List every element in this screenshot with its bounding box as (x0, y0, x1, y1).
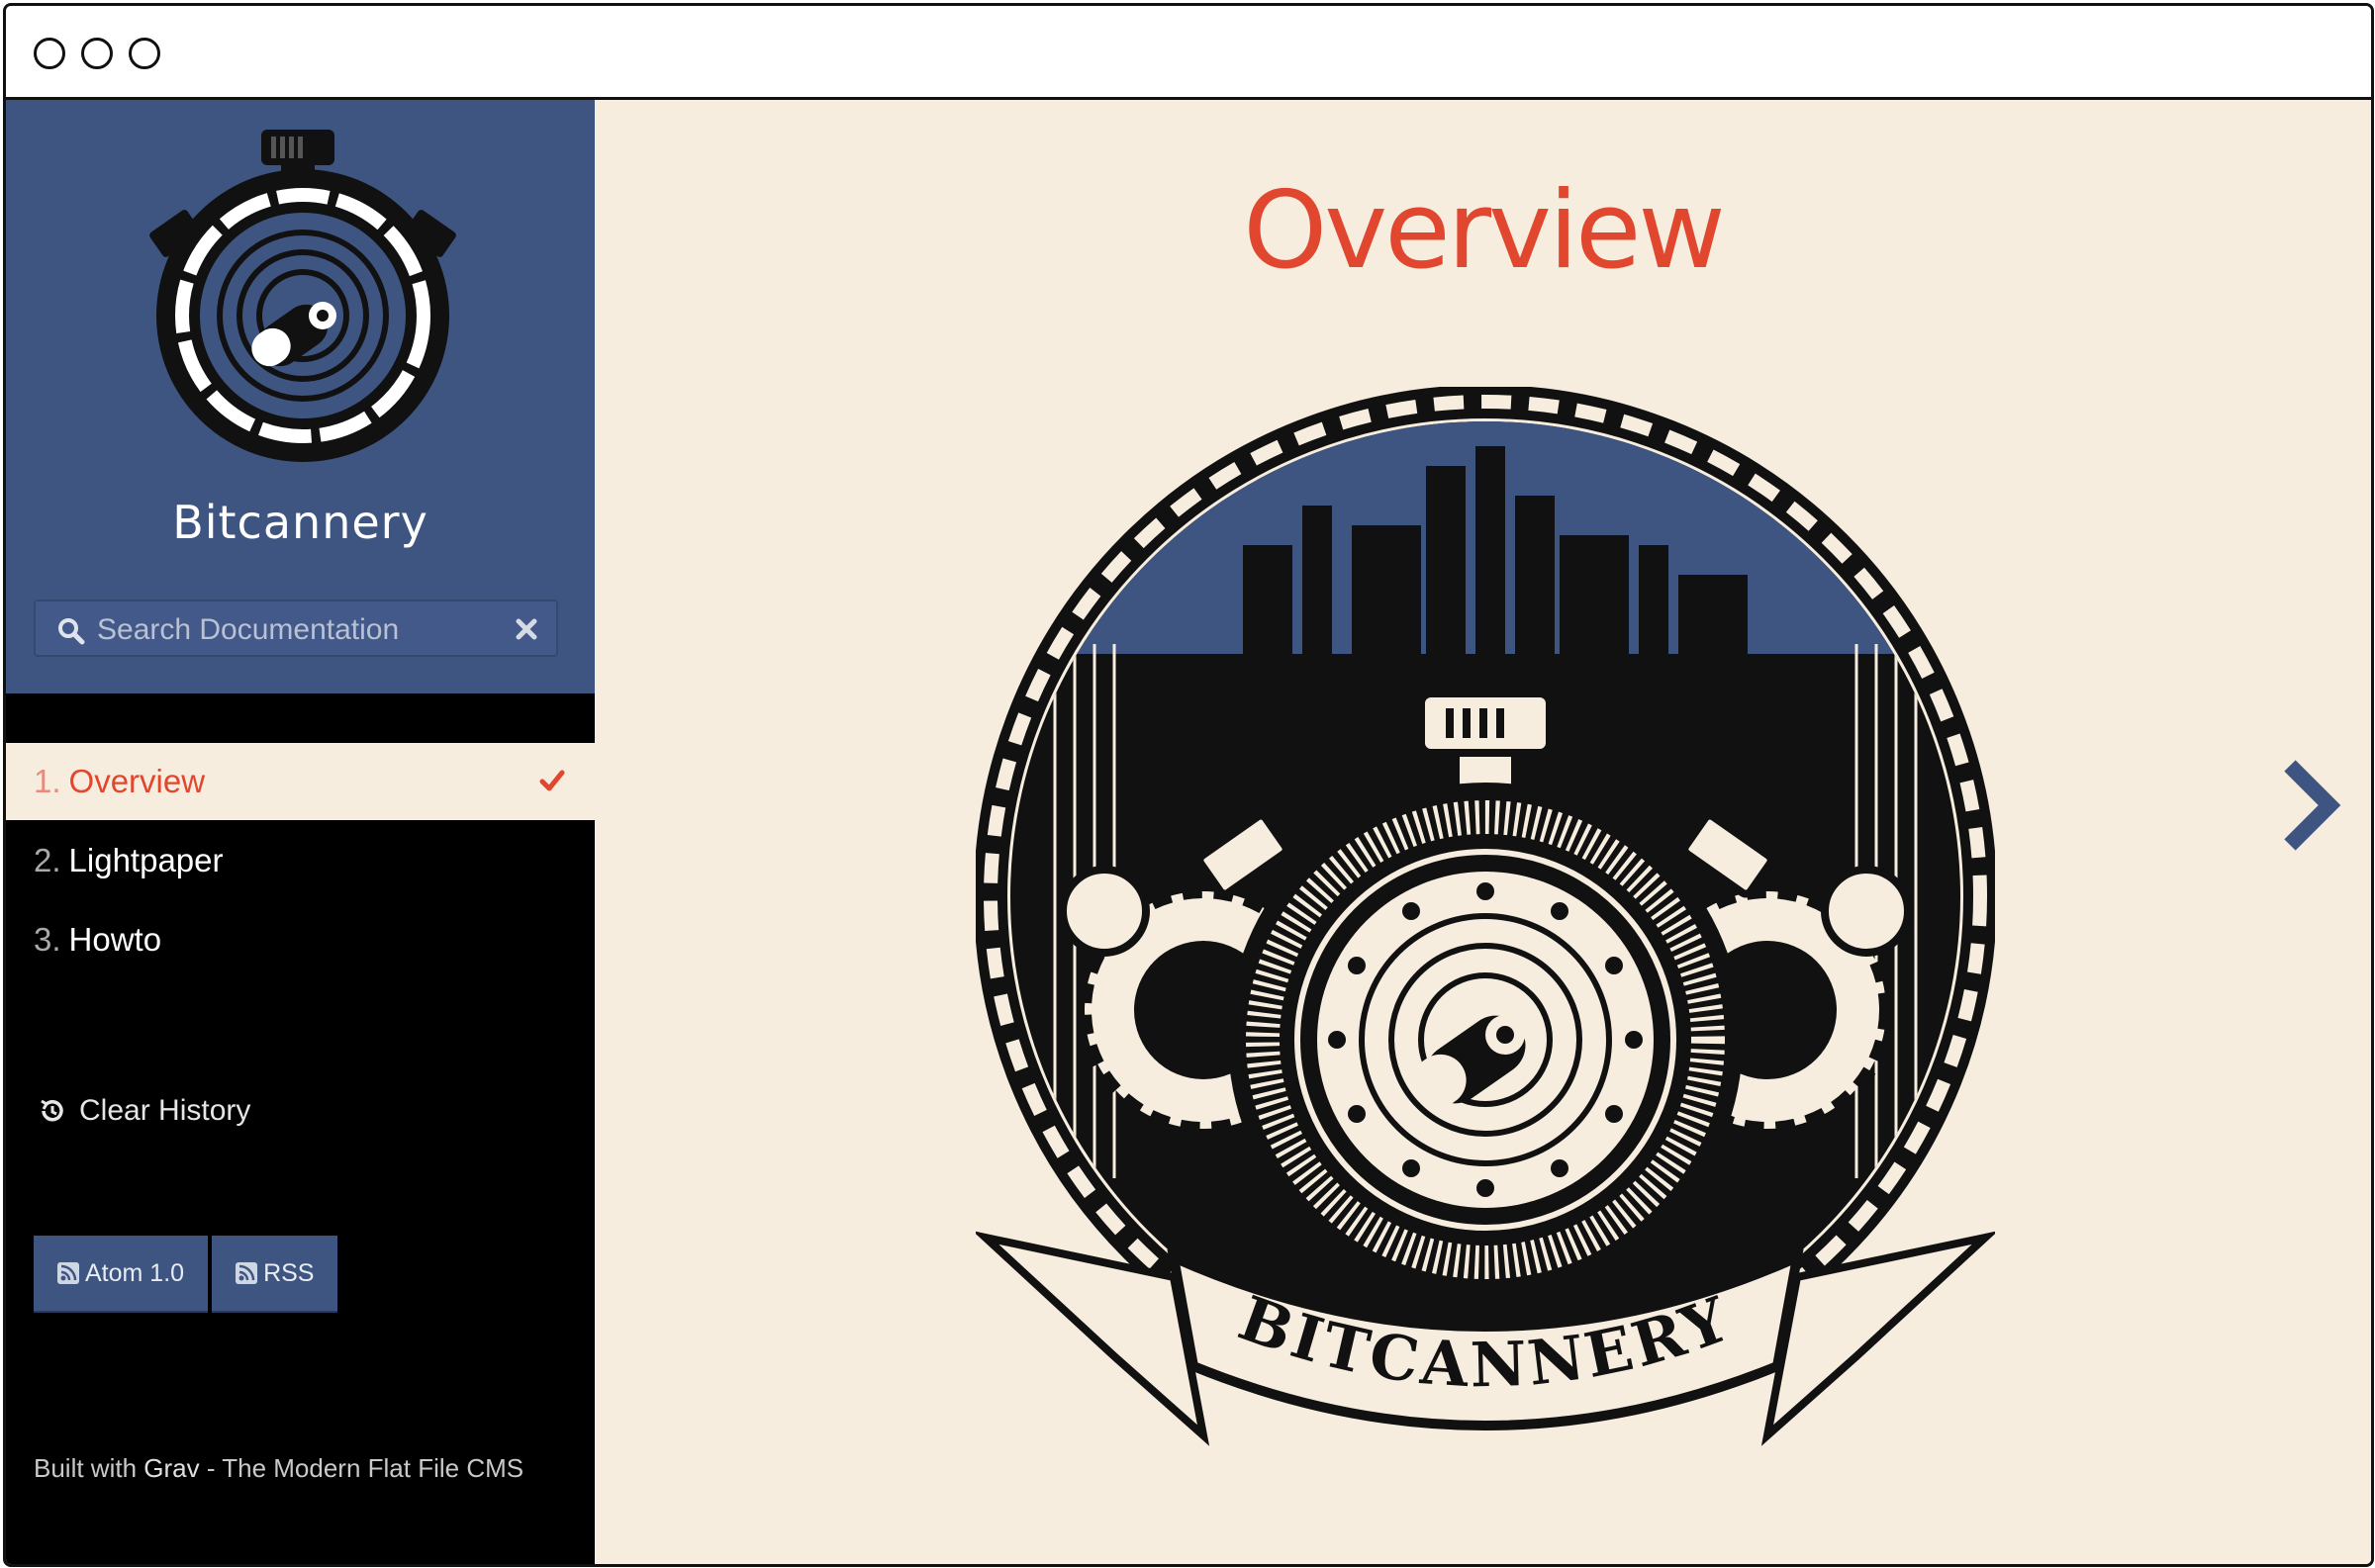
chevron-right-icon[interactable] (2278, 758, 2341, 853)
nav-item-number: 1. (34, 763, 61, 799)
nav-item-number: 2. (34, 842, 61, 878)
nav-item-howto[interactable]: 3. Howto (6, 901, 595, 978)
atom-feed-button[interactable]: Atom 1.0 (34, 1236, 209, 1313)
nav-item-label: Lightpaper (68, 842, 224, 878)
grav-link[interactable]: Grav (143, 1453, 199, 1483)
visited-check-icon (539, 770, 565, 791)
nav-item-lightpaper[interactable]: 2. Lightpaper (6, 822, 595, 899)
feed-buttons: Atom 1.0 RSS (34, 1236, 341, 1313)
window-close-button[interactable] (34, 38, 65, 69)
stopwatch-logo-icon[interactable] (144, 128, 461, 464)
nav-item-label: Howto (68, 921, 162, 958)
footer-suffix: - The Modern Flat File CMS (199, 1453, 524, 1483)
topics-nav: 1. Overview 2. Lightpaper 3. Howto (6, 743, 595, 980)
nav-item-number: 3. (34, 921, 61, 958)
clear-history-link[interactable]: Clear History (38, 1094, 250, 1128)
built-with-footer: Built with Grav - The Modern Flat File C… (34, 1453, 523, 1484)
sidebar: Bitcannery 1. Overview (6, 100, 595, 1564)
rss-icon (57, 1262, 79, 1284)
search-input[interactable] (95, 607, 495, 653)
bitcannery-emblem-image: BITCANNERY (976, 387, 1995, 1446)
window-minimize-button[interactable] (81, 38, 113, 69)
footer-prefix: Built with (34, 1453, 144, 1483)
search-box (34, 600, 558, 657)
sidebar-header: Bitcannery (6, 100, 595, 693)
window-titlebar (6, 6, 2371, 100)
content-area: Overview BITCANNERY (595, 100, 2371, 1564)
rss-feed-button[interactable]: RSS (212, 1236, 338, 1313)
search-icon (58, 618, 85, 645)
clear-search-icon[interactable] (515, 617, 538, 641)
browser-window: Bitcannery 1. Overview (3, 3, 2374, 1567)
brand-name[interactable]: Bitcannery (6, 496, 595, 549)
clear-history-label: Clear History (79, 1094, 251, 1127)
rss-feed-label: RSS (263, 1258, 315, 1287)
rss-icon (236, 1262, 258, 1284)
window-maximize-button[interactable] (129, 38, 160, 69)
nav-item-label: Overview (68, 763, 206, 799)
page-title: Overview (1243, 169, 1725, 293)
atom-feed-label: Atom 1.0 (85, 1258, 185, 1287)
history-icon (41, 1099, 63, 1122)
nav-item-overview[interactable]: 1. Overview (6, 743, 595, 820)
